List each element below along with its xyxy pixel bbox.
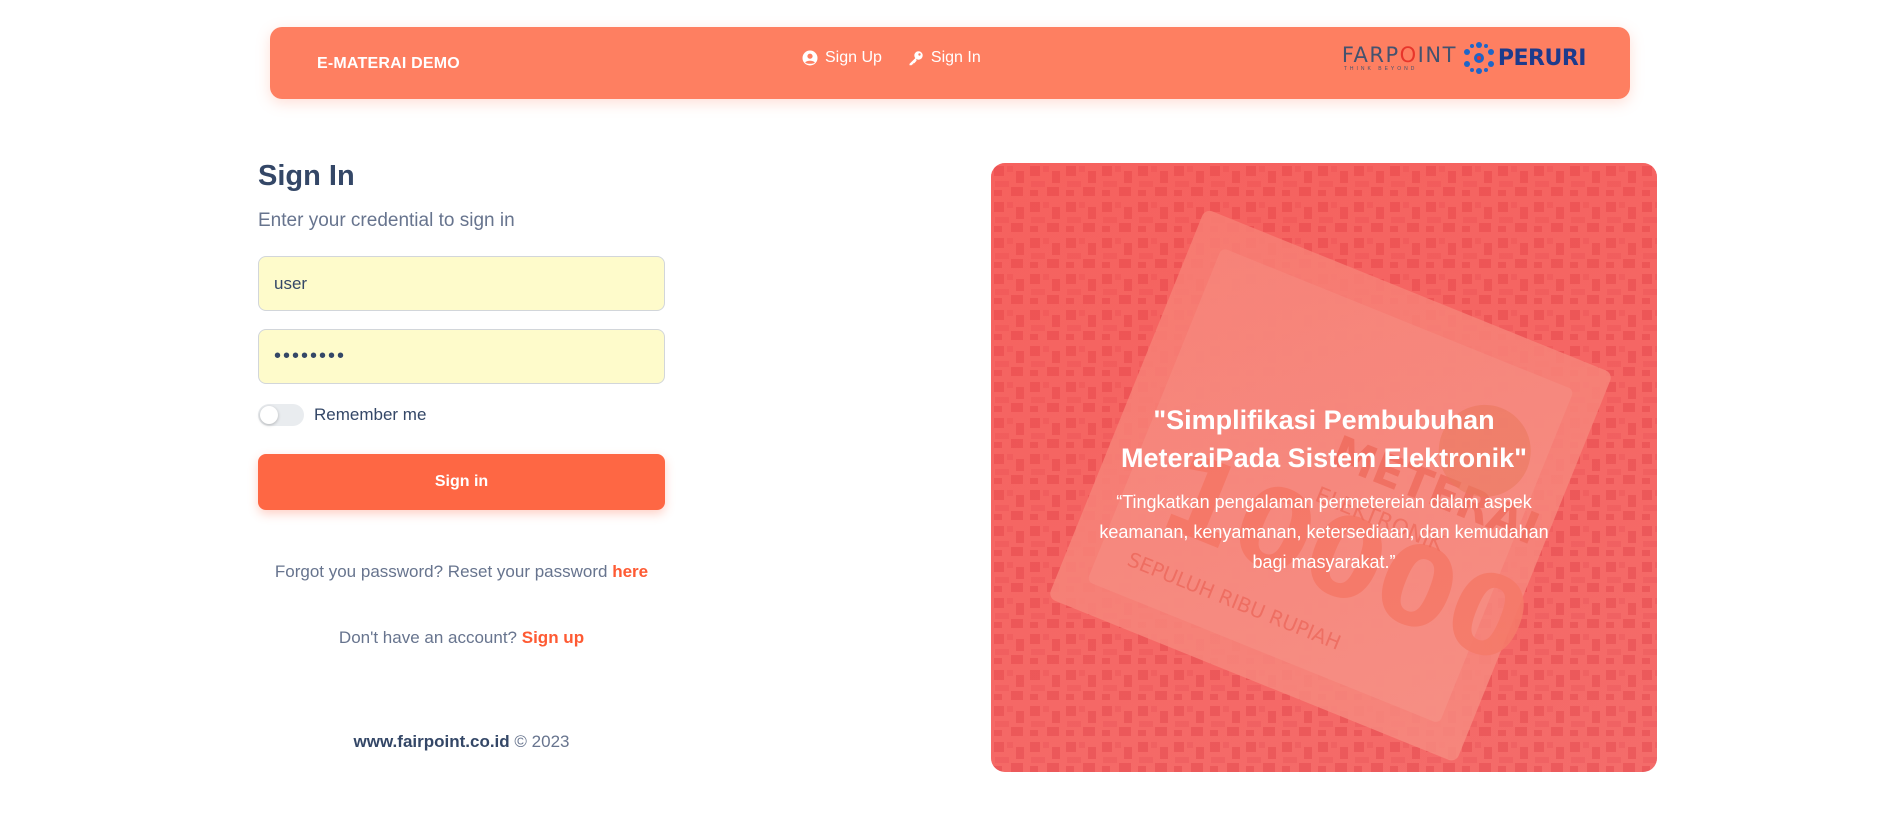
hero-content: "Simplifikasi Pembubuhan MeteraiPada Sis… — [991, 401, 1657, 577]
sign-in-form: Sign In Enter your credential to sign in… — [258, 160, 665, 752]
forgot-password-prompt: Forgot you password? Reset your password — [274, 562, 613, 581]
nav-sign-in-link[interactable]: Sign In — [908, 49, 981, 67]
signup-prompt: Don't have an account? — [338, 628, 522, 647]
page-subtitle: Enter your credential to sign in — [258, 210, 515, 231]
password-input[interactable] — [258, 329, 665, 384]
hero-quote: "Simplifikasi Pembubuhan MeteraiPada Sis… — [1121, 405, 1527, 473]
hero-panel: 10000 METERAI ELEKTRONIK SEPULUH RIBU RU… — [991, 163, 1657, 772]
sign-in-button[interactable]: Sign in — [258, 454, 665, 510]
footer: www.fairpoint.co.id © 2023 — [258, 732, 665, 752]
key-icon — [909, 51, 923, 66]
nav-sign-in-label: Sign In — [930, 49, 981, 66]
farpoint-wordmark: FARPOINT — [1341, 43, 1457, 67]
brand-title[interactable]: E-MATERAI DEMO — [317, 55, 460, 73]
toggle-knob — [260, 406, 278, 424]
forgot-password-text: Forgot you password? Reset your password… — [258, 562, 665, 582]
farpoint-logo: FARPOINT THINK BEYOND — [1342, 44, 1457, 72]
peruri-logo: PERURI — [1463, 41, 1587, 75]
partner-logos: FARPOINT THINK BEYOND PERURI — [1342, 41, 1587, 75]
hero-subtext: “Tingkatkan pengalaman permetereian dala… — [1099, 492, 1549, 572]
user-circle-icon — [802, 50, 818, 66]
remember-me-row: Remember me — [258, 404, 665, 426]
reset-password-link[interactable]: here — [612, 562, 648, 581]
signup-text: Don't have an account? Sign up — [258, 628, 665, 648]
remember-me-label[interactable]: Remember me — [314, 405, 426, 425]
farpoint-tagline: THINK BEYOND — [1343, 66, 1418, 72]
username-input[interactable] — [258, 256, 665, 311]
top-navbar: E-MATERAI DEMO Sign Up Sign In FARPOINT … — [270, 27, 1630, 99]
page-title: Sign In — [258, 160, 355, 192]
nav-sign-up-link[interactable]: Sign Up — [802, 49, 882, 67]
footer-domain: www.fairpoint.co.id — [353, 732, 510, 751]
nav-sign-up-label: Sign Up — [825, 49, 882, 66]
nav-links: Sign Up Sign In — [802, 49, 981, 67]
peruri-emblem-icon — [1463, 42, 1494, 74]
remember-me-toggle[interactable] — [258, 404, 304, 426]
peruri-wordmark: PERURI — [1497, 45, 1587, 71]
footer-copyright: © 2023 — [514, 732, 570, 751]
sign-up-link[interactable]: Sign up — [522, 628, 584, 647]
